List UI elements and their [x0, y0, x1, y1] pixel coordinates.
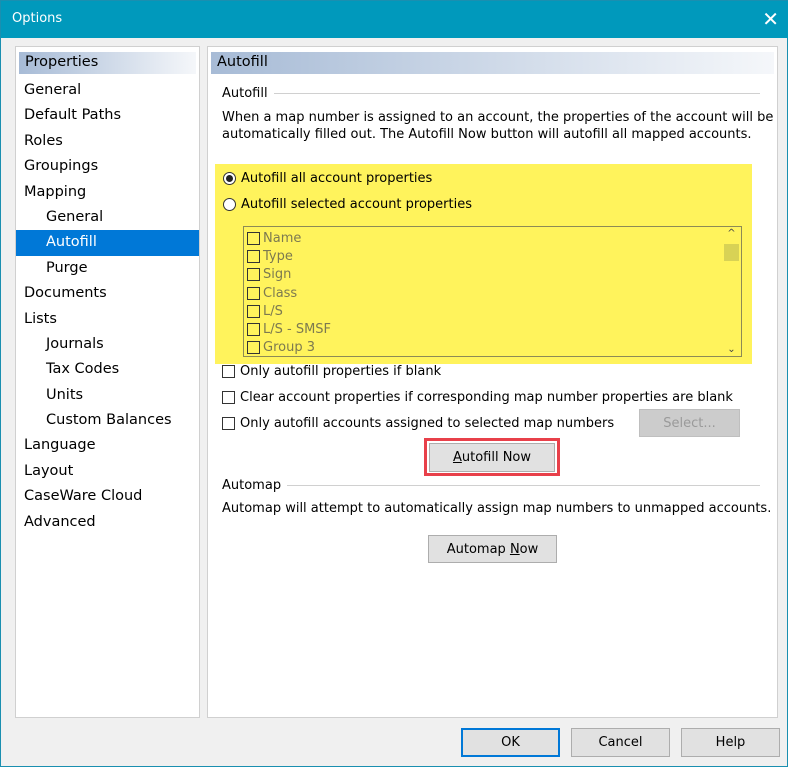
checkbox-label: Only autofill properties if blank	[240, 364, 442, 379]
property-item[interactable]: L/S - SMSF	[247, 320, 741, 338]
checkbox[interactable]	[247, 231, 260, 245]
title-bar: Options ✕	[1, 1, 788, 38]
sidebar-item-purge[interactable]: Purge	[16, 256, 199, 281]
autofill-description: When a map number is assigned to an acco…	[222, 110, 773, 143]
button-label: ow	[519, 541, 539, 557]
autofill-now-button[interactable]: Autofill Now	[429, 443, 555, 472]
property-item[interactable]: L/S	[247, 302, 741, 320]
automap-group-label: Automap	[222, 478, 760, 493]
radio-label: Autofill all account properties	[241, 171, 433, 186]
sidebar-header: Properties	[19, 52, 196, 74]
access-key: N	[509, 541, 520, 557]
button-label: Automap	[446, 541, 510, 557]
checkbox-label: Only autofill accounts assigned to selec…	[240, 416, 615, 431]
cancel-button[interactable]: Cancel	[571, 728, 670, 757]
sidebar-item-tax-codes[interactable]: Tax Codes	[16, 357, 199, 382]
property-item[interactable]: Sign	[247, 266, 741, 284]
select-button[interactable]: Select...	[639, 409, 740, 437]
radio-label: Autofill selected account properties	[241, 197, 472, 212]
radio-autofill-all[interactable]: Autofill all account properties	[223, 171, 432, 186]
checkbox[interactable]	[222, 417, 235, 430]
sidebar-item-lists[interactable]: Lists	[16, 307, 199, 332]
radio-autofill-selected[interactable]: Autofill selected account properties	[223, 197, 472, 212]
scrollbar[interactable]: ^ ⌄	[723, 228, 740, 355]
checkbox[interactable]	[247, 341, 260, 355]
property-item[interactable]: Class	[247, 284, 741, 302]
help-button[interactable]: Help	[681, 728, 780, 757]
check-clear-properties[interactable]: Clear account properties if correspondin…	[222, 390, 733, 405]
sidebar: Properties General Default Paths Roles Grou…	[15, 46, 200, 718]
chevron-up-icon[interactable]: ^	[723, 228, 740, 244]
sidebar-item-custom-balances[interactable]: Custom Balances	[16, 408, 199, 433]
checkbox[interactable]	[247, 323, 260, 337]
automap-description: Automap will attempt to automatically as…	[222, 501, 772, 516]
access-key: A	[452, 450, 462, 465]
description-line: automatically filled out. The Autofill N…	[222, 126, 752, 142]
checkbox[interactable]	[222, 391, 235, 404]
checkbox[interactable]	[222, 365, 235, 378]
autofill-group-label: Autofill	[222, 86, 760, 101]
properties-list[interactable]: Name Type Sign Class L/S L/S - SMSF Group 3 ^ …	[243, 226, 742, 357]
sidebar-item-roles[interactable]: Roles	[16, 129, 199, 154]
panel-header: Autofill	[211, 52, 774, 74]
properties-items: Name Type Sign Class L/S L/S - SMSF Group 3	[244, 227, 741, 356]
checkbox[interactable]	[247, 268, 260, 282]
sidebar-item-language[interactable]: Language	[16, 433, 199, 458]
property-label: L/S - SMSF	[263, 322, 332, 338]
checkbox-label: Clear account properties if correspondin…	[240, 390, 733, 405]
sidebar-item-documents[interactable]: Documents	[16, 281, 199, 306]
radio-button[interactable]	[223, 172, 236, 185]
sidebar-item-layout[interactable]: Layout	[16, 459, 199, 484]
sidebar-item-default-paths[interactable]: Default Paths	[16, 103, 199, 128]
button-label: utofill Now	[461, 450, 532, 465]
sidebar-item-autofill[interactable]: Autofill	[16, 230, 199, 256]
automap-now-button[interactable]: Automap Now	[428, 535, 557, 563]
checkbox[interactable]	[247, 286, 260, 300]
sidebar-item-general[interactable]: General	[16, 78, 199, 103]
check-selected-map-numbers[interactable]: Only autofill accounts assigned to selec…	[222, 416, 614, 431]
close-icon[interactable]: ✕	[762, 7, 779, 31]
sidebar-item-groupings[interactable]: Groupings	[16, 154, 199, 179]
property-label: Class	[263, 285, 298, 301]
property-label: Sign	[263, 267, 292, 283]
ok-button[interactable]: OK	[461, 728, 560, 757]
property-label: L/S	[263, 303, 283, 319]
sidebar-item-units[interactable]: Units	[16, 383, 199, 408]
sidebar-item-journals[interactable]: Journals	[16, 332, 199, 357]
group-title: Automap	[222, 478, 282, 493]
property-item[interactable]: Group 3	[247, 339, 741, 356]
sidebar-item-advanced[interactable]: Advanced	[16, 510, 199, 535]
window-title: Options	[12, 11, 63, 26]
check-only-blank[interactable]: Only autofill properties if blank	[222, 364, 441, 379]
scrollbar-thumb[interactable]	[724, 244, 739, 261]
group-title: Autofill	[222, 86, 268, 101]
sidebar-item-general[interactable]: General	[16, 205, 199, 230]
property-label: Type	[263, 248, 293, 264]
checkbox[interactable]	[247, 304, 260, 318]
property-item[interactable]: Type	[247, 247, 741, 265]
property-item[interactable]: Name	[247, 229, 741, 247]
autofill-panel: Autofill	[207, 46, 778, 718]
sidebar-item-mapping[interactable]: Mapping	[16, 180, 199, 205]
radio-button[interactable]	[223, 198, 236, 211]
chevron-down-icon[interactable]: ⌄	[723, 344, 740, 355]
checkbox[interactable]	[247, 249, 260, 263]
sidebar-item-caseware-cloud[interactable]: CaseWare Cloud	[16, 484, 199, 509]
property-label: Group 3	[263, 340, 315, 356]
property-label: Name	[263, 230, 302, 246]
sidebar-list: General Default Paths Roles Groupings Mappin…	[16, 78, 199, 535]
description-line: When a map number is assigned to an acco…	[222, 110, 774, 125]
